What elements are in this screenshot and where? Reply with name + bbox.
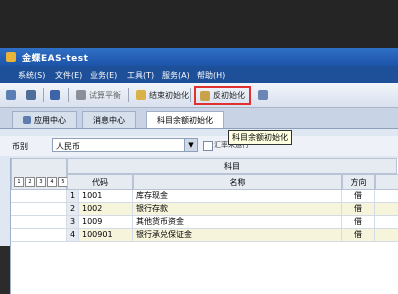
level-header-corner: 1 2 3 4 5 <box>11 158 68 190</box>
row-spacer <box>11 229 67 242</box>
toolbar-btn-2[interactable] <box>26 87 39 103</box>
row-index: 4 <box>67 229 79 242</box>
table-row[interactable]: 2 1002 银行存款 借 <box>11 203 398 216</box>
chevron-down-icon[interactable]: ▼ <box>184 139 197 151</box>
grid-icon <box>26 90 36 100</box>
level-1-button[interactable]: 1 <box>14 177 24 187</box>
pencil-undo-icon <box>200 90 210 101</box>
reverse-init-button[interactable]: 反初始化 <box>194 86 251 105</box>
level-selector: 1 2 3 4 5 <box>14 177 68 187</box>
window-title: 金蝶EAS-test <box>22 54 89 64</box>
subject-group-header: 科目 <box>67 158 397 174</box>
table-row[interactable]: 3 1009 其他货币资金 借 <box>11 216 398 229</box>
cell-direction[interactable]: 借 <box>342 190 375 203</box>
end-init-button[interactable]: 结束初始化 <box>136 87 189 103</box>
cell-extra[interactable] <box>375 203 398 216</box>
level-2-button[interactable]: 2 <box>25 177 35 187</box>
cell-name[interactable]: 其他货币资金 <box>133 216 342 229</box>
column-header-code[interactable]: 代码 <box>67 174 133 190</box>
row-index: 2 <box>67 203 79 216</box>
cell-name[interactable]: 库存现金 <box>133 190 342 203</box>
tab-message-center-label: 消息中心 <box>93 115 125 125</box>
tab-message-center[interactable]: 消息中心 <box>82 111 136 128</box>
level-3-button[interactable]: 3 <box>36 177 46 187</box>
column-header-name[interactable]: 名称 <box>133 174 342 190</box>
currency-label: 币别 <box>12 142 28 151</box>
cell-code[interactable]: 1002 <box>79 203 133 216</box>
cell-direction[interactable]: 借 <box>342 216 375 229</box>
toolbar-btn-save[interactable] <box>50 87 63 103</box>
balance-table: 1 2 3 4 5 科目 代码 名称 方向 1 1001 库存现金 借 2 10… <box>10 158 398 294</box>
cell-code[interactable]: 1001 <box>79 190 133 203</box>
table-row[interactable]: 1 1001 库存现金 借 <box>11 190 398 203</box>
desktop-background <box>0 0 398 48</box>
row-spacer <box>11 190 67 203</box>
save-icon <box>50 90 60 100</box>
menu-help[interactable]: 帮助(H) <box>197 70 225 81</box>
cell-extra[interactable] <box>375 229 398 242</box>
cell-extra[interactable] <box>375 190 398 203</box>
menu-bar: 系统(S) 文件(E) 业务(E) 工具(T) 服务(A) 帮助(H) <box>0 66 398 83</box>
cell-extra[interactable] <box>375 216 398 229</box>
cell-direction[interactable]: 借 <box>342 229 375 242</box>
filter-bar: 币别 人民币 ▼ 汇率未运行 <box>0 136 398 156</box>
currency-value: 人民币 <box>56 142 80 151</box>
toolbar-separator <box>190 88 191 102</box>
tab-app-center-label: 应用中心 <box>34 115 66 125</box>
toolbar-separator <box>43 88 44 102</box>
application-window: 金蝶EAS-test 系统(S) 文件(E) 业务(E) 工具(T) 服务(A)… <box>0 48 398 294</box>
balance-icon <box>76 90 86 100</box>
row-index: 1 <box>67 190 79 203</box>
tab-bar: 应用中心 消息中心 科目余额初始化 <box>0 108 398 129</box>
menu-service[interactable]: 服务(A) <box>162 70 190 81</box>
menu-system[interactable]: 系统(S) <box>18 70 45 81</box>
cell-code[interactable]: 1009 <box>79 216 133 229</box>
cell-code[interactable]: 100901 <box>79 229 133 242</box>
title-bar: 金蝶EAS-test <box>0 48 398 66</box>
menu-file[interactable]: 文件(E) <box>55 70 82 81</box>
menu-tools[interactable]: 工具(T) <box>127 70 154 81</box>
level-4-button[interactable]: 4 <box>47 177 57 187</box>
toolbar-separator <box>128 88 129 102</box>
reverse-init-label: 反初始化 <box>213 91 245 100</box>
tab-account-balance-init[interactable]: 科目余额初始化 <box>146 111 224 128</box>
tab-tooltip: 科目余额初始化 <box>228 130 292 145</box>
table-row[interactable]: 4 100901 银行承兑保证金 借 <box>11 229 398 242</box>
cell-direction[interactable]: 借 <box>342 203 375 216</box>
row-index: 3 <box>67 216 79 229</box>
toolbar-btn-1[interactable] <box>6 87 19 103</box>
exit-button[interactable] <box>258 87 271 103</box>
exchange-rate-checkbox[interactable] <box>203 141 213 151</box>
trial-balance-button[interactable]: 试算平衡 <box>76 87 121 103</box>
edit-icon <box>6 90 16 100</box>
end-init-label: 结束初始化 <box>149 90 189 100</box>
row-spacer <box>11 203 67 216</box>
column-header-direction[interactable]: 方向 <box>342 174 375 190</box>
tab-app-center[interactable]: 应用中心 <box>12 111 77 128</box>
exit-icon <box>258 90 268 100</box>
tab-account-balance-init-label: 科目余额初始化 <box>157 115 213 125</box>
row-spacer <box>11 216 67 229</box>
cell-name[interactable]: 银行承兑保证金 <box>133 229 342 242</box>
cell-name[interactable]: 银行存款 <box>133 203 342 216</box>
trial-balance-label: 试算平衡 <box>89 90 121 100</box>
pencil-check-icon <box>136 90 146 100</box>
currency-select[interactable]: 人民币 ▼ <box>52 138 198 152</box>
home-icon <box>23 116 31 124</box>
toolbar-separator <box>68 88 69 102</box>
app-logo-icon <box>6 52 16 62</box>
column-header-extra <box>375 174 398 190</box>
menu-business[interactable]: 业务(E) <box>90 70 117 81</box>
toolbar: 试算平衡 结束初始化 反初始化 <box>0 83 398 108</box>
